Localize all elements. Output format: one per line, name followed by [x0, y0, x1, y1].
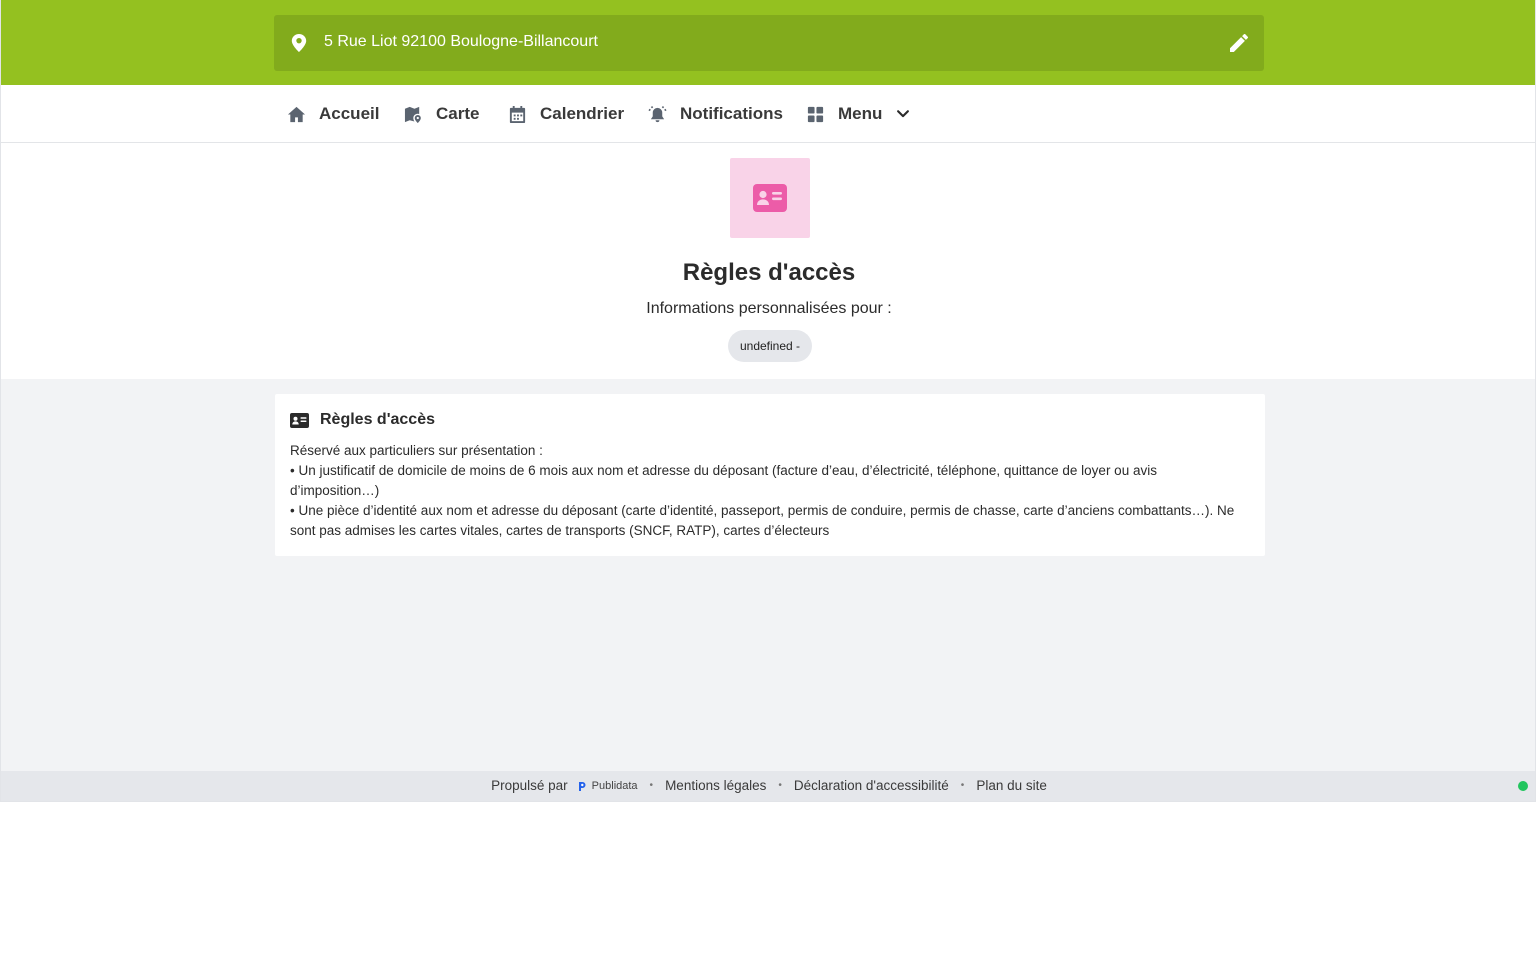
- separator-dot: •: [649, 780, 654, 791]
- card-body: Réservé aux particuliers sur présentatio…: [290, 441, 1245, 541]
- card-title: Règles d'accès: [320, 411, 435, 428]
- nav-item-menu[interactable]: Menu: [806, 85, 910, 143]
- nav-label: Calendrier: [540, 104, 625, 123]
- map-icon: [404, 106, 421, 123]
- id-card-icon: [290, 412, 309, 428]
- nav-label: Notifications: [680, 104, 783, 123]
- home-icon: [287, 106, 306, 122]
- separator-dot: •: [960, 780, 965, 791]
- hero-icon-box: [730, 158, 810, 238]
- grid-icon: [807, 106, 824, 122]
- nav-label: Menu: [838, 104, 883, 123]
- user-chip[interactable]: undefined -: [728, 330, 812, 362]
- address-text: 5 Rue Liot 92100 Boulogne-Billancourt: [324, 33, 598, 50]
- pencil-icon[interactable]: [1230, 34, 1248, 52]
- page-title: Règles d'accès: [682, 259, 856, 286]
- chevron-down-icon: [897, 110, 910, 118]
- footer-row: Propulsé par Publidata • Mentions légale…: [1, 778, 1535, 793]
- main-content: Règles d'accès Réservé aux particuliers …: [1, 379, 1535, 771]
- sitemap-link[interactable]: Plan du site: [976, 778, 1047, 793]
- page-hero: Règles d'accès Informations personnalisé…: [1, 143, 1535, 379]
- page-footer: Propulsé par Publidata • Mentions légale…: [1, 771, 1535, 801]
- page-subtitle: Informations personnalisées pour :: [646, 300, 892, 317]
- publidata-link[interactable]: Publidata: [578, 780, 638, 792]
- access-rules-card: Règles d'accès Réservé aux particuliers …: [275, 394, 1265, 556]
- map-pin-icon: [291, 34, 307, 52]
- address-bar[interactable]: 5 Rue Liot 92100 Boulogne-Billancourt: [274, 15, 1264, 71]
- publidata-logo-icon: [578, 781, 586, 791]
- nav-label: Accueil: [319, 104, 380, 123]
- nav-item-accueil[interactable]: Accueil: [287, 85, 379, 143]
- nav-label: Carte: [436, 104, 480, 123]
- top-header: 5 Rue Liot 92100 Boulogne-Billancourt: [1, 0, 1535, 85]
- separator-dot: •: [778, 780, 782, 791]
- page-frame: 5 Rue Liot 92100 Boulogne-Billancourt Ac…: [0, 0, 1536, 802]
- rule-line: • Une pièce d’identité aux nom et adress…: [290, 503, 1235, 538]
- id-card-icon: [753, 184, 787, 212]
- nav-item-calendrier[interactable]: Calendrier: [508, 85, 624, 143]
- main-nav: Accueil Carte Calendrier Notifications M…: [1, 85, 1535, 143]
- rule-line: • Un justificatif de domicile de moins d…: [290, 463, 1157, 498]
- rule-line: Réservé aux particuliers sur présentatio…: [290, 443, 543, 458]
- card-header: Règles d'accès: [290, 411, 435, 429]
- bell-icon: [648, 104, 667, 122]
- accessibility-link[interactable]: Déclaration d'accessibilité: [794, 778, 949, 793]
- legal-link[interactable]: Mentions légales: [665, 778, 766, 793]
- brand-name: Publidata: [591, 779, 638, 792]
- calendar-icon: [509, 105, 526, 123]
- nav-item-notifications[interactable]: Notifications: [648, 85, 783, 143]
- status-indicator: [1518, 781, 1528, 791]
- powered-by-text: Propulsé par: [491, 778, 568, 793]
- nav-item-carte[interactable]: Carte: [404, 85, 479, 143]
